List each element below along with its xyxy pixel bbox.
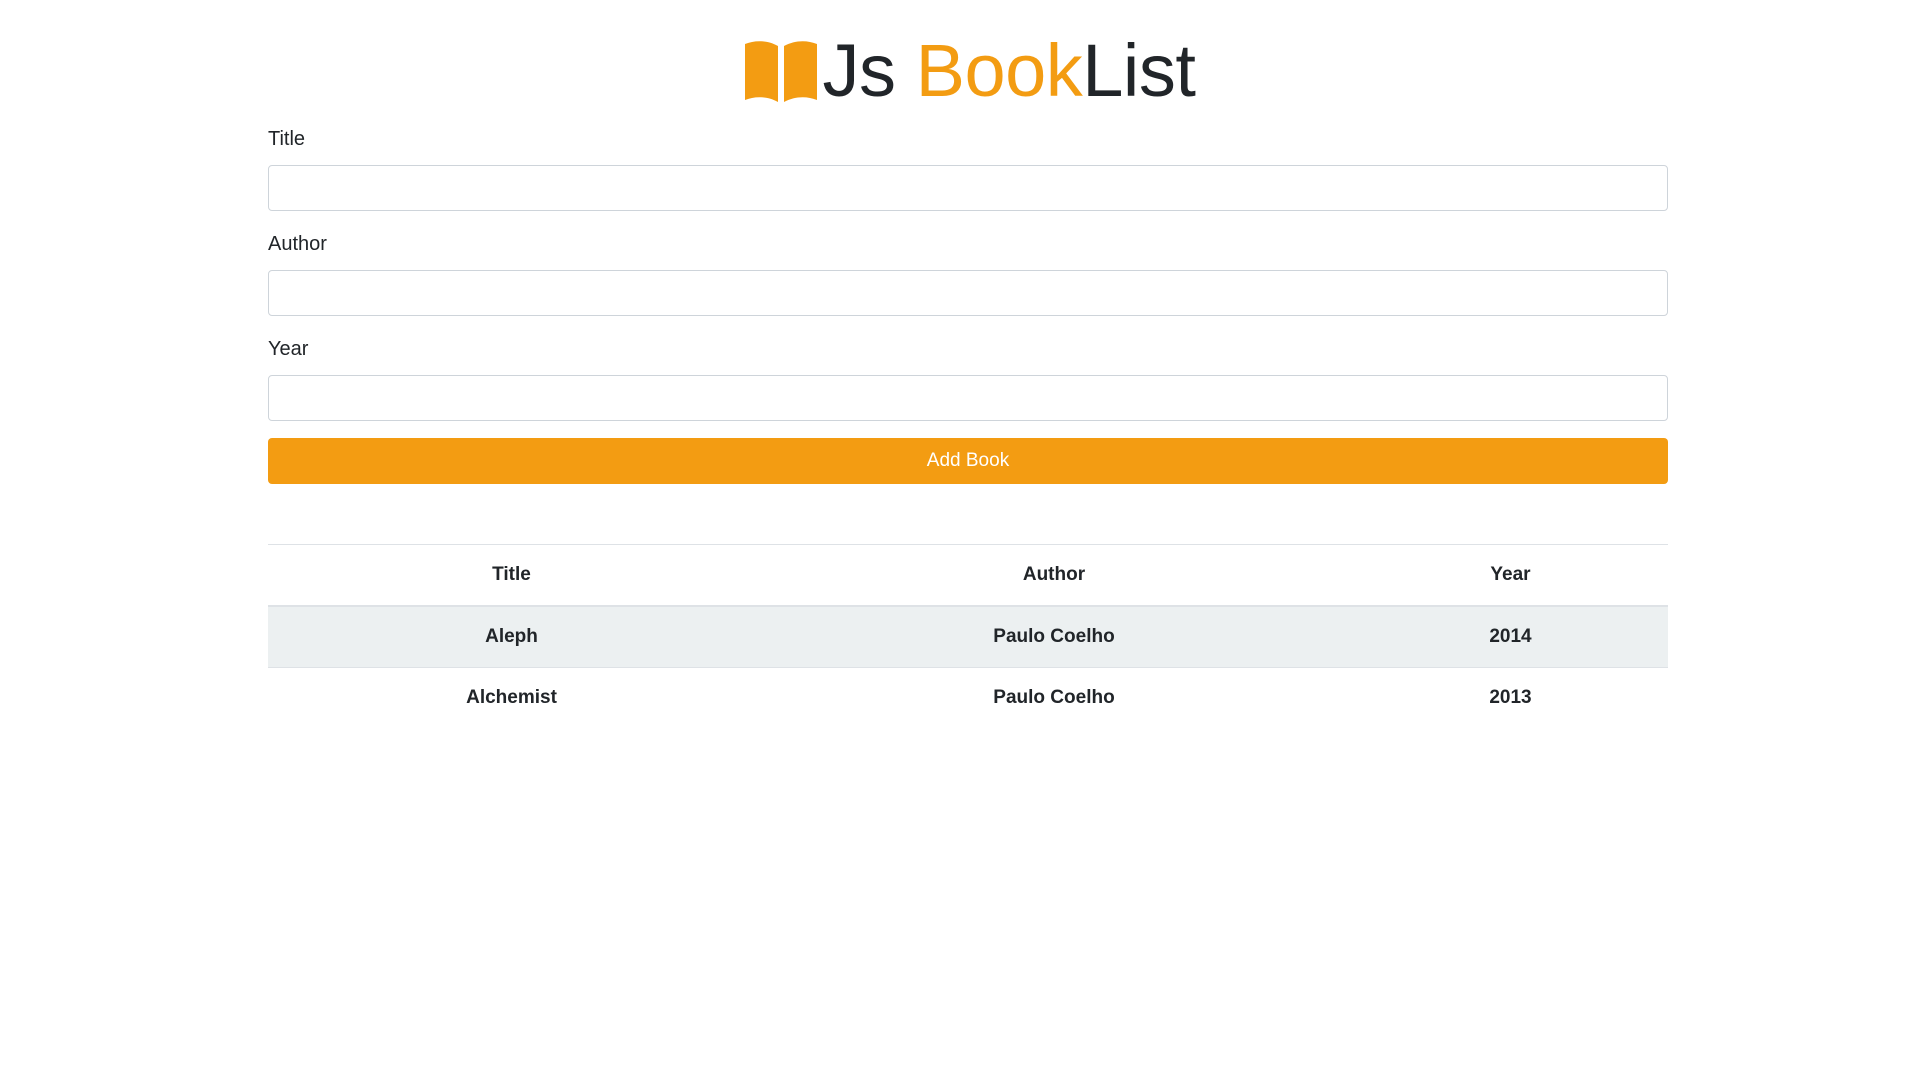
cell-title: Aleph bbox=[268, 605, 755, 668]
year-input[interactable] bbox=[268, 375, 1668, 421]
cell-year: 2014 bbox=[1353, 605, 1668, 668]
table-row: Aleph Paulo Coelho 2014 bbox=[268, 605, 1668, 668]
header-title: Title bbox=[268, 544, 755, 607]
app-title-suffix: List bbox=[1082, 29, 1196, 112]
cell-year: 2013 bbox=[1353, 667, 1668, 728]
title-input[interactable] bbox=[268, 165, 1668, 211]
app-title: Js BookList bbox=[823, 34, 1196, 108]
brand-inner: Js BookList bbox=[741, 34, 1196, 108]
app-title-accent: Book bbox=[915, 29, 1083, 112]
book-table-body: Aleph Paulo Coelho 2014 Alchemist Paulo … bbox=[268, 605, 1668, 728]
open-book-icon bbox=[741, 38, 821, 104]
add-book-button[interactable]: Add Book bbox=[268, 438, 1668, 484]
title-form-group: Title bbox=[268, 127, 1668, 211]
year-label: Year bbox=[268, 338, 309, 360]
cell-author: Paulo Coelho bbox=[755, 605, 1353, 668]
author-input[interactable] bbox=[268, 270, 1668, 316]
header-year: Year bbox=[1353, 544, 1668, 607]
title-label: Title bbox=[268, 128, 306, 150]
app-title-prefix: Js bbox=[822, 29, 916, 112]
cell-title: Alchemist bbox=[268, 667, 755, 728]
table-header-row: Title Author Year bbox=[268, 544, 1668, 607]
app-brand: Js BookList bbox=[268, 0, 1668, 146]
cell-author: Paulo Coelho bbox=[755, 667, 1353, 728]
year-form-group: Year bbox=[268, 337, 1668, 421]
table-row: Alchemist Paulo Coelho 2013 bbox=[268, 667, 1668, 728]
author-label: Author bbox=[268, 233, 327, 255]
book-list-app: Js BookList Title Author Year Add Book T… bbox=[268, 0, 1668, 728]
book-table: Title Author Year Aleph Paulo Coelho 201… bbox=[268, 544, 1668, 728]
author-form-group: Author bbox=[268, 232, 1668, 316]
header-author: Author bbox=[755, 544, 1353, 607]
book-table-head: Title Author Year bbox=[268, 544, 1668, 607]
